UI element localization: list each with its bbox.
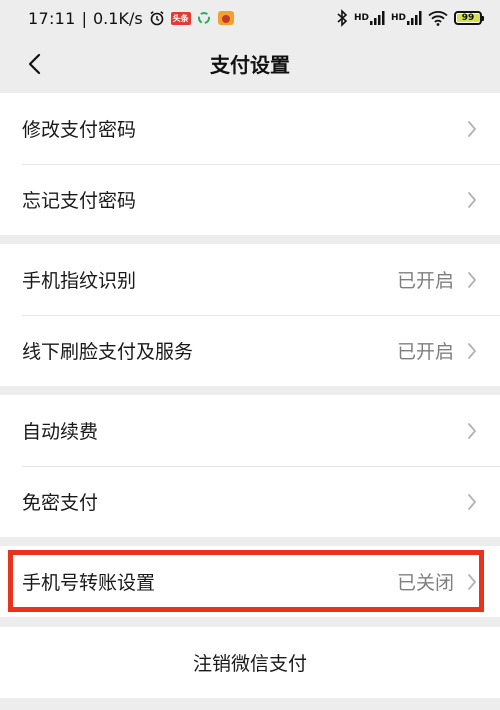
signal-2-label: HD [390, 12, 406, 23]
chevron-right-icon [466, 119, 478, 139]
chevron-right-icon [466, 421, 478, 441]
row-label: 自动续费 [22, 421, 99, 443]
row-change-pay-password[interactable]: 修改支付密码 [0, 93, 500, 164]
row-label: 手机号转账设置 [22, 572, 156, 594]
cancel-wechat-pay-button[interactable]: 注销微信支付 [0, 627, 500, 698]
row-label: 忘记支付密码 [22, 190, 137, 212]
chevron-right-icon [466, 572, 478, 592]
app-badge-icon: 头条 [170, 11, 191, 25]
row-auto-renew[interactable]: 自动续费 [0, 395, 500, 466]
signal-2-icon: HD [391, 11, 422, 25]
row-face-pay[interactable]: 线下刷脸支付及服务 已开启 [0, 315, 500, 386]
back-button[interactable] [14, 44, 54, 84]
settings-group-transfer: 手机号转账设置 已关闭 [0, 546, 500, 617]
row-fingerprint[interactable]: 手机指纹识别 已开启 [0, 244, 500, 315]
signal-1-label: HD [353, 12, 369, 23]
row-status: 已开启 [396, 341, 454, 363]
battery-percentage: 99 [461, 13, 475, 23]
row-label: 手机指纹识别 [22, 270, 137, 292]
chevron-right-icon [466, 270, 478, 290]
bluetooth-icon [336, 9, 348, 27]
page-title: 支付设置 [210, 52, 290, 77]
status-left: 17:11 | 0.1K/s 头条 [28, 9, 235, 28]
row-label: 线下刷脸支付及服务 [22, 341, 194, 363]
status-separator: | [81, 8, 87, 28]
recycle-icon [197, 11, 211, 25]
chevron-right-icon [466, 190, 478, 210]
status-bar: 17:11 | 0.1K/s 头条 HD HD 99 [0, 0, 500, 36]
row-phone-transfer-settings[interactable]: 手机号转账设置 已关闭 [0, 546, 500, 617]
settings-group-payments: 自动续费 免密支付 [0, 395, 500, 537]
chevron-left-icon [28, 53, 41, 75]
row-status: 已关闭 [396, 572, 454, 594]
alarm-icon [149, 10, 165, 26]
row-forgot-pay-password[interactable]: 忘记支付密码 [0, 164, 500, 235]
status-right: HD HD 99 [336, 9, 484, 27]
chevron-right-icon [466, 341, 478, 361]
network-speed: 0.1K/s [93, 8, 143, 28]
app-icon [217, 10, 235, 26]
row-label: 修改支付密码 [22, 119, 137, 141]
settings-group-password: 修改支付密码 忘记支付密码 [0, 93, 500, 235]
battery-icon: 99 [454, 11, 484, 25]
status-time: 17:11 [28, 8, 76, 28]
chevron-right-icon [466, 492, 478, 512]
settings-group-biometric: 手机指纹识别 已开启 线下刷脸支付及服务 已开启 [0, 244, 500, 386]
wifi-icon [428, 10, 448, 26]
signal-1-icon: HD [354, 11, 385, 25]
row-label: 免密支付 [22, 492, 99, 514]
row-password-free-pay[interactable]: 免密支付 [0, 466, 500, 537]
row-status: 已开启 [396, 270, 454, 292]
nav-bar: 支付设置 [0, 36, 500, 90]
